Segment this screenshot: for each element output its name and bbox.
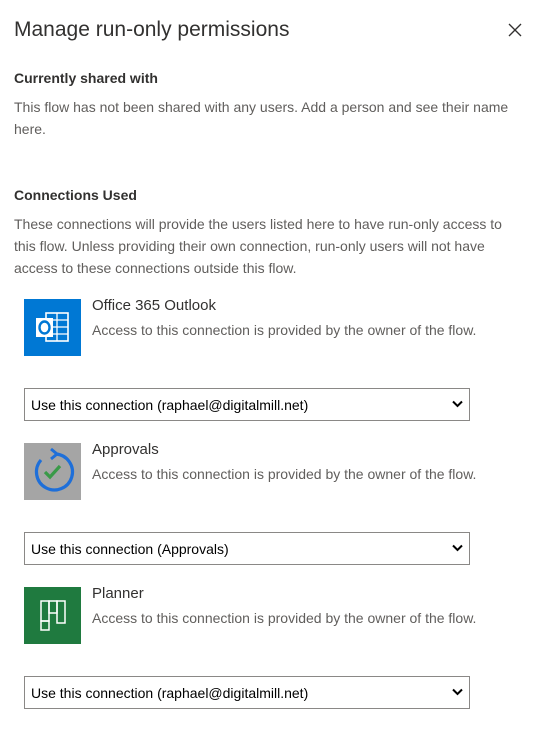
connection-name: Office 365 Outlook — [92, 297, 216, 314]
select-value: Use this connection (raphael@digitalmill… — [31, 685, 309, 701]
panel-header: Manage run-only permissions — [0, 0, 537, 66]
connections-used-description: These connections will provide the users… — [14, 216, 502, 276]
chevron-down-icon — [452, 688, 463, 696]
shared-with-heading: Currently shared with — [14, 70, 158, 86]
chevron-down-icon — [452, 544, 463, 552]
connection-name: Approvals — [92, 441, 159, 458]
select-value: Use this connection (Approvals) — [31, 541, 229, 557]
connection-description: Access to this connection is provided by… — [92, 610, 477, 626]
approvals-icon — [24, 443, 81, 500]
planner-connection-select[interactable]: Use this connection (raphael@digitalmill… — [24, 676, 470, 709]
outlook-connection-select[interactable]: Use this connection (raphael@digitalmill… — [24, 388, 470, 421]
panel-content[interactable]: Currently shared with This flow has not … — [0, 66, 537, 737]
connection-approvals: Approvals Access to this connection is p… — [24, 441, 484, 507]
planner-icon — [24, 587, 81, 644]
connection-description: Access to this connection is provided by… — [92, 466, 477, 482]
connections-used-heading: Connections Used — [14, 187, 137, 203]
connection-planner: Planner Access to this connection is pro… — [24, 585, 484, 651]
connection-name: Planner — [92, 585, 144, 602]
manage-permissions-panel: Manage run-only permissions Currently sh… — [0, 0, 537, 737]
connection-description: Access to this connection is provided by… — [92, 322, 477, 338]
close-icon — [508, 23, 522, 37]
connection-outlook: Office 365 Outlook Access to this connec… — [24, 297, 484, 363]
outlook-icon — [24, 299, 81, 356]
chevron-down-icon — [452, 400, 463, 408]
shared-with-message: This flow has not been shared with any u… — [14, 99, 509, 137]
close-button[interactable] — [505, 20, 525, 40]
select-value: Use this connection (raphael@digitalmill… — [31, 397, 309, 413]
panel-title: Manage run-only permissions — [14, 18, 290, 41]
approvals-connection-select[interactable]: Use this connection (Approvals) — [24, 532, 470, 565]
